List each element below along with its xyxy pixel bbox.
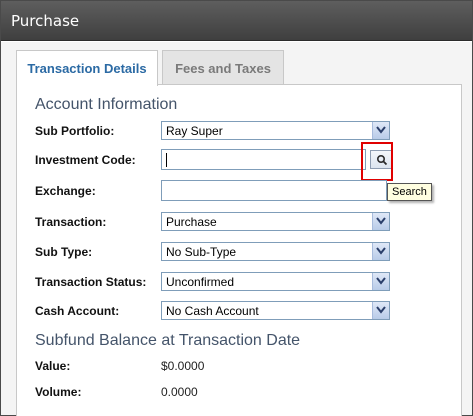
cash-account-value: No Cash Account — [166, 304, 259, 318]
cash-account-select[interactable]: No Cash Account — [161, 301, 390, 320]
transaction-select[interactable]: Purchase — [161, 212, 390, 231]
subfund-balance-heading: Subfund Balance at Transaction Date — [35, 332, 301, 349]
balance-value: $0.0000 — [161, 359, 205, 373]
chevron-down-icon[interactable] — [372, 213, 389, 230]
title-bar: Purchase — [1, 1, 472, 41]
tab-fees-and-taxes[interactable]: Fees and Taxes — [162, 50, 284, 84]
tab-transaction-details[interactable]: Transaction Details — [16, 50, 158, 86]
sub-type-value: No Sub-Type — [166, 245, 237, 259]
transaction-status-label: Transaction Status: — [35, 275, 147, 289]
investment-code-label: Investment Code: — [35, 153, 136, 167]
chevron-down-icon[interactable] — [372, 122, 389, 139]
volume-label: Volume: — [35, 385, 82, 399]
chevron-down-icon[interactable] — [372, 243, 389, 260]
balance-volume: 0.0000 — [161, 385, 198, 399]
exchange-label: Exchange: — [35, 184, 96, 198]
transaction-status-value: Unconfirmed — [166, 275, 235, 289]
exchange-input[interactable] — [161, 180, 387, 201]
value-label: Value: — [35, 359, 71, 373]
transaction-status-select[interactable]: Unconfirmed — [161, 272, 390, 291]
sub-type-label: Sub Type: — [35, 245, 93, 259]
investment-code-input[interactable] — [161, 149, 366, 170]
cash-account-label: Cash Account: — [35, 304, 120, 318]
transaction-value: Purchase — [166, 215, 217, 229]
search-button-highlight — [361, 142, 393, 181]
search-tooltip: Search — [387, 183, 432, 201]
text-caret — [166, 153, 167, 167]
account-information-heading: Account Information — [35, 96, 178, 113]
chevron-down-icon[interactable] — [372, 273, 389, 290]
sub-type-select[interactable]: No Sub-Type — [161, 242, 390, 261]
transaction-label: Transaction: — [35, 215, 107, 229]
window-title: Purchase — [11, 12, 80, 30]
sub-portfolio-value: Ray Super — [166, 124, 223, 138]
sub-portfolio-label: Sub Portfolio: — [35, 124, 115, 138]
chevron-down-icon[interactable] — [372, 302, 389, 319]
sub-portfolio-select[interactable]: Ray Super — [161, 121, 390, 140]
